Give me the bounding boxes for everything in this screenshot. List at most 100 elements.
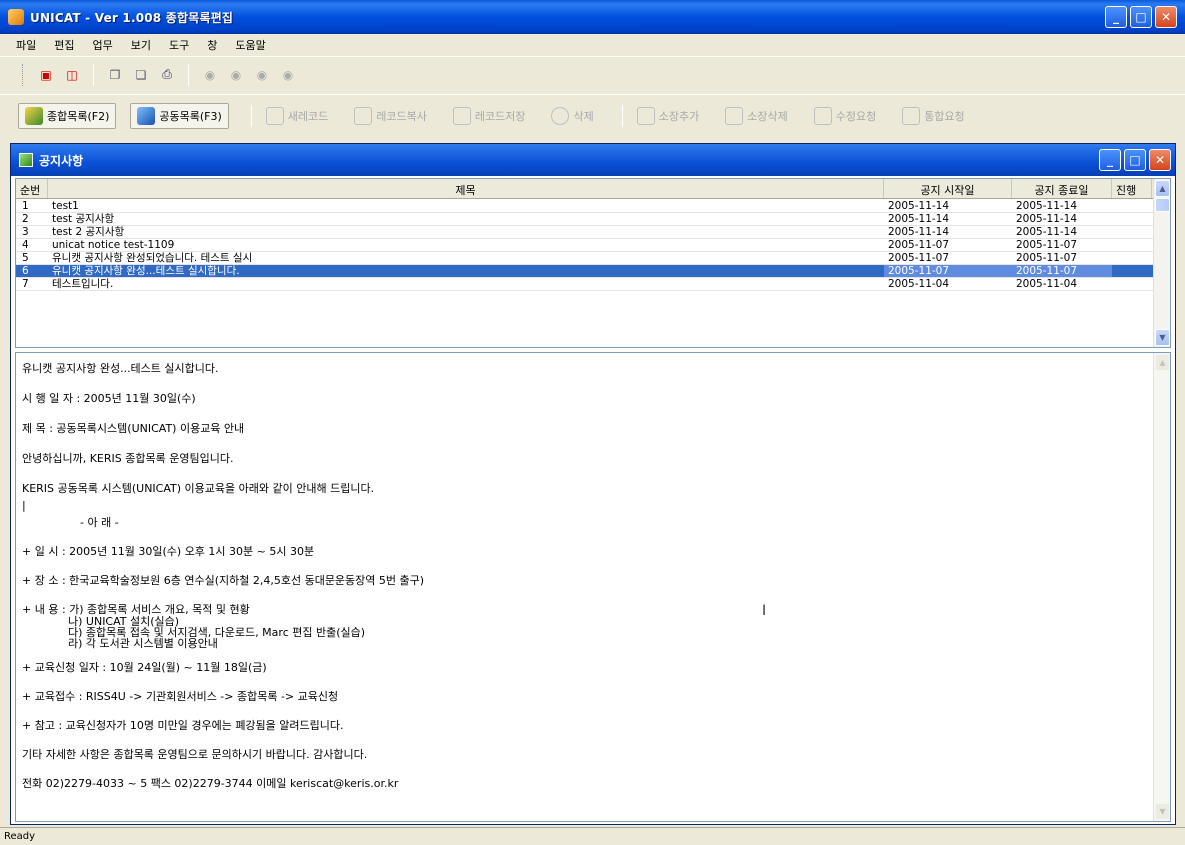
catalog-button[interactable]: 종합목록(F2) xyxy=(18,102,117,129)
edit-request-button[interactable]: 수정요청 xyxy=(808,103,882,129)
copy-record-icon xyxy=(354,106,373,125)
app-title-bar[interactable]: UNICAT - Ver 1.008 종합목록편집 _ □ ✕ xyxy=(0,0,1185,34)
app-icon xyxy=(8,9,24,25)
scroll-up-icon[interactable]: ▲ xyxy=(1155,180,1170,197)
row-title: unicat notice test-1109 xyxy=(52,239,175,251)
notice-window-icon xyxy=(19,153,33,167)
detail-line: 안녕하십니까, KERIS 종합목록 운영팀입니다. xyxy=(22,452,234,465)
row-end-date: 2005-11-14 xyxy=(1016,200,1078,212)
detail-item: 전화 02)2279-4033 ~ 5 팩스 02)2279-3744 이메일 … xyxy=(22,777,399,790)
minimize-button[interactable]: _ xyxy=(1105,6,1127,28)
notice-window-title-bar[interactable]: 공지사항 _ □ ✕ xyxy=(11,144,1175,176)
toolbar-separator xyxy=(250,104,252,127)
notice-list[interactable]: 순번 제목 공지 시작일 공지 종료일 진행 1 test1 2005-11-1… xyxy=(15,178,1171,348)
nav-prev-icon[interactable]: ◉ xyxy=(226,65,246,85)
toolbar-grip[interactable] xyxy=(22,63,25,86)
table-row-selected[interactable]: 6 유니캣 공지사항 완성...테스트 실시합니다. 2005-11-07 20… xyxy=(16,265,1154,278)
paste-icon[interactable]: ❏ xyxy=(131,65,151,85)
row-number: 4 xyxy=(22,239,29,251)
column-header-number[interactable]: 순번 xyxy=(16,179,48,198)
column-header-end-date[interactable]: 공지 종료일 xyxy=(1012,179,1112,198)
scroll-up-icon[interactable]: ▲ xyxy=(1155,354,1170,371)
book-icon[interactable]: ▣ xyxy=(36,65,56,85)
window-controls: _ □ ✕ xyxy=(1105,6,1177,28)
scroll-down-icon[interactable]: ▼ xyxy=(1155,803,1170,820)
table-row[interactable]: 2 test 공지사항 2005-11-14 2005-11-14 xyxy=(16,213,1154,226)
table-row[interactable]: 1 test1 2005-11-14 2005-11-14 xyxy=(16,200,1154,213)
delete-label: 삭제 xyxy=(573,109,594,123)
nav-last-icon[interactable]: ◉ xyxy=(278,65,298,85)
notice-detail-scrollbar[interactable]: ▲ ▼ xyxy=(1153,353,1170,821)
delete-button[interactable]: 삭제 xyxy=(545,103,599,129)
row-title: test1 xyxy=(52,200,79,212)
scroll-thumb[interactable] xyxy=(1155,198,1170,212)
row-number: 1 xyxy=(22,200,29,212)
row-end-date: 2005-11-07 xyxy=(1016,252,1078,264)
column-header-title[interactable]: 제목 xyxy=(48,179,884,198)
copy-record-button[interactable]: 레코드복사 xyxy=(348,103,433,129)
child-maximize-button[interactable]: □ xyxy=(1124,149,1146,171)
row-number: 5 xyxy=(22,252,29,264)
status-bar: Ready xyxy=(0,827,1185,845)
menu-view[interactable]: 보기 xyxy=(129,36,153,54)
row-start-date: 2005-11-04 xyxy=(888,278,950,290)
toolbar-separator xyxy=(188,63,189,86)
merge-request-button[interactable]: 통합요청 xyxy=(896,103,970,129)
save-record-label: 레코드저장 xyxy=(474,109,526,123)
new-record-button[interactable]: 새레코드 xyxy=(260,103,334,129)
app-title: UNICAT - Ver 1.008 종합목록편집 xyxy=(30,10,234,25)
menu-task[interactable]: 업무 xyxy=(91,36,115,54)
row-number: 6 xyxy=(22,265,29,277)
save-record-icon xyxy=(452,106,471,125)
menu-file[interactable]: 파일 xyxy=(14,36,38,54)
row-number: 3 xyxy=(22,226,29,238)
row-end-date: 2005-11-14 xyxy=(1016,226,1078,238)
child-minimize-button[interactable]: _ xyxy=(1099,149,1121,171)
print-icon[interactable]: ⎙ xyxy=(157,65,177,85)
column-header-progress[interactable]: 진행 xyxy=(1112,179,1152,198)
text-cursor-icon: I xyxy=(762,603,767,619)
notice-window: 공지사항 _ □ ✕ 순번 제목 공지 시작일 공지 종료일 진행 1 test… xyxy=(10,143,1176,825)
detail-line: 유니캣 공지사항 완성...테스트 실시합니다. xyxy=(22,362,219,375)
row-title: 유니캣 공지사항 완성...테스트 실시합니다. xyxy=(48,265,884,277)
row-start-date: 2005-11-07 xyxy=(888,239,950,251)
menu-edit[interactable]: 편집 xyxy=(52,36,76,54)
row-start-date: 2005-11-14 xyxy=(888,213,950,225)
row-start-date: 2005-11-14 xyxy=(888,200,950,212)
main-toolbar: 종합목록(F2) 공동목록(F3) 새레코드 레코드복사 레코드저장 삭제 소장… xyxy=(0,94,1185,136)
delete-holding-button[interactable]: 소장삭제 xyxy=(719,103,793,129)
table-row[interactable]: 7 테스트입니다. 2005-11-04 2005-11-04 xyxy=(16,278,1154,291)
add-holding-label: 소장추가 xyxy=(658,109,700,123)
table-row[interactable]: 3 test 2 공지사항 2005-11-14 2005-11-14 xyxy=(16,226,1154,239)
row-title: test 2 공지사항 xyxy=(52,226,125,238)
save-record-button[interactable]: 레코드저장 xyxy=(447,103,532,129)
detail-item: + 장 소 : 한국교육학술정보원 6층 연수실(지하철 2,4,5호선 동대문… xyxy=(22,574,425,587)
shared-catalog-button[interactable]: 공동목록(F3) xyxy=(130,102,229,129)
menu-window[interactable]: 창 xyxy=(205,36,219,54)
scroll-down-icon[interactable]: ▼ xyxy=(1155,329,1170,346)
nav-first-icon[interactable]: ◉ xyxy=(200,65,220,85)
table-row[interactable]: 5 유니캣 공지사항 완성되었습니다. 테스트 실시 2005-11-07 20… xyxy=(16,252,1154,265)
detail-item: + 교육접수 : RISS4U -> 기관회원서비스 -> 종합목록 -> 교육… xyxy=(22,690,339,703)
child-close-button[interactable]: ✕ xyxy=(1149,149,1171,171)
add-holding-button[interactable]: 소장추가 xyxy=(631,103,705,129)
table-row[interactable]: 4 unicat notice test-1109 2005-11-07 200… xyxy=(16,239,1154,252)
child-window-controls: _ □ ✕ xyxy=(1099,149,1171,171)
catalog-button-label: 종합목록(F2) xyxy=(47,109,110,123)
delete-holding-icon xyxy=(725,106,744,125)
column-header-start-date[interactable]: 공지 시작일 xyxy=(884,179,1012,198)
close-button[interactable]: ✕ xyxy=(1155,6,1177,28)
notice-list-scrollbar[interactable]: ▲ ▼ xyxy=(1153,179,1170,347)
menu-help[interactable]: 도움말 xyxy=(233,36,267,54)
print-preview-icon[interactable]: ◫ xyxy=(62,65,82,85)
maximize-button[interactable]: □ xyxy=(1130,6,1152,28)
nav-next-icon[interactable]: ◉ xyxy=(252,65,272,85)
row-title: 유니캣 공지사항 완성되었습니다. 테스트 실시 xyxy=(52,252,253,264)
copy-icon[interactable]: ❐ xyxy=(105,65,125,85)
shared-catalog-button-label: 공동목록(F3) xyxy=(159,109,222,123)
menu-tools[interactable]: 도구 xyxy=(167,36,191,54)
row-start-date: 2005-11-14 xyxy=(888,226,950,238)
notice-detail-text[interactable]: 유니캣 공지사항 완성...테스트 실시합니다. 시 행 일 자 : 2005년… xyxy=(15,352,1171,822)
row-end-date: 2005-11-07 xyxy=(1012,265,1112,277)
status-text: Ready xyxy=(4,831,36,842)
